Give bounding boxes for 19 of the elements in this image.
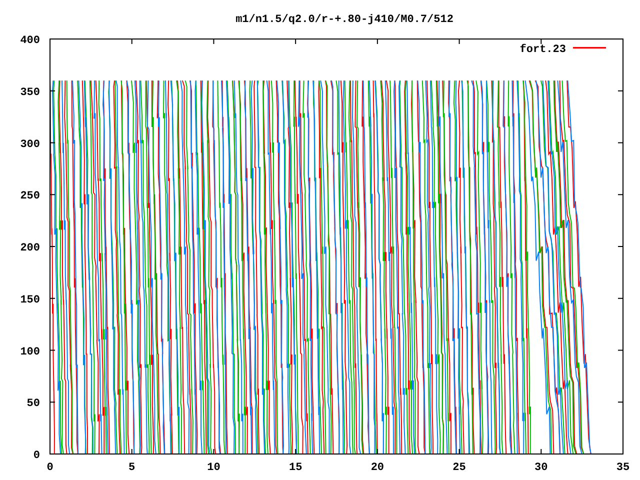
- y-tick-label: 350: [20, 86, 40, 99]
- x-tick-label: 25: [452, 462, 466, 474]
- x-tick-label: 30: [534, 462, 548, 474]
- y-tick-label: 300: [20, 138, 40, 151]
- x-tick-label: 0: [46, 462, 54, 474]
- x-tick-label: 20: [370, 462, 384, 474]
- x-tick-label: 35: [616, 462, 630, 474]
- y-tick-label: 0: [33, 450, 40, 462]
- x-tick-label: 5: [128, 462, 136, 474]
- y-tick-label: 100: [20, 346, 40, 358]
- y-tick-label: 400: [20, 35, 40, 47]
- legend-label: fort.23: [520, 44, 566, 56]
- y-tick-label: 200: [20, 242, 40, 254]
- x-tick-label: 10: [207, 462, 220, 474]
- y-tick-label: 250: [20, 190, 40, 203]
- y-tick-label: 150: [20, 294, 40, 306]
- chart-title: m1/n1.5/q2.0/r-+.80-j410/M0.7/512: [236, 14, 454, 26]
- x-tick-label: 15: [288, 462, 302, 474]
- y-tick-label: 50: [26, 398, 40, 410]
